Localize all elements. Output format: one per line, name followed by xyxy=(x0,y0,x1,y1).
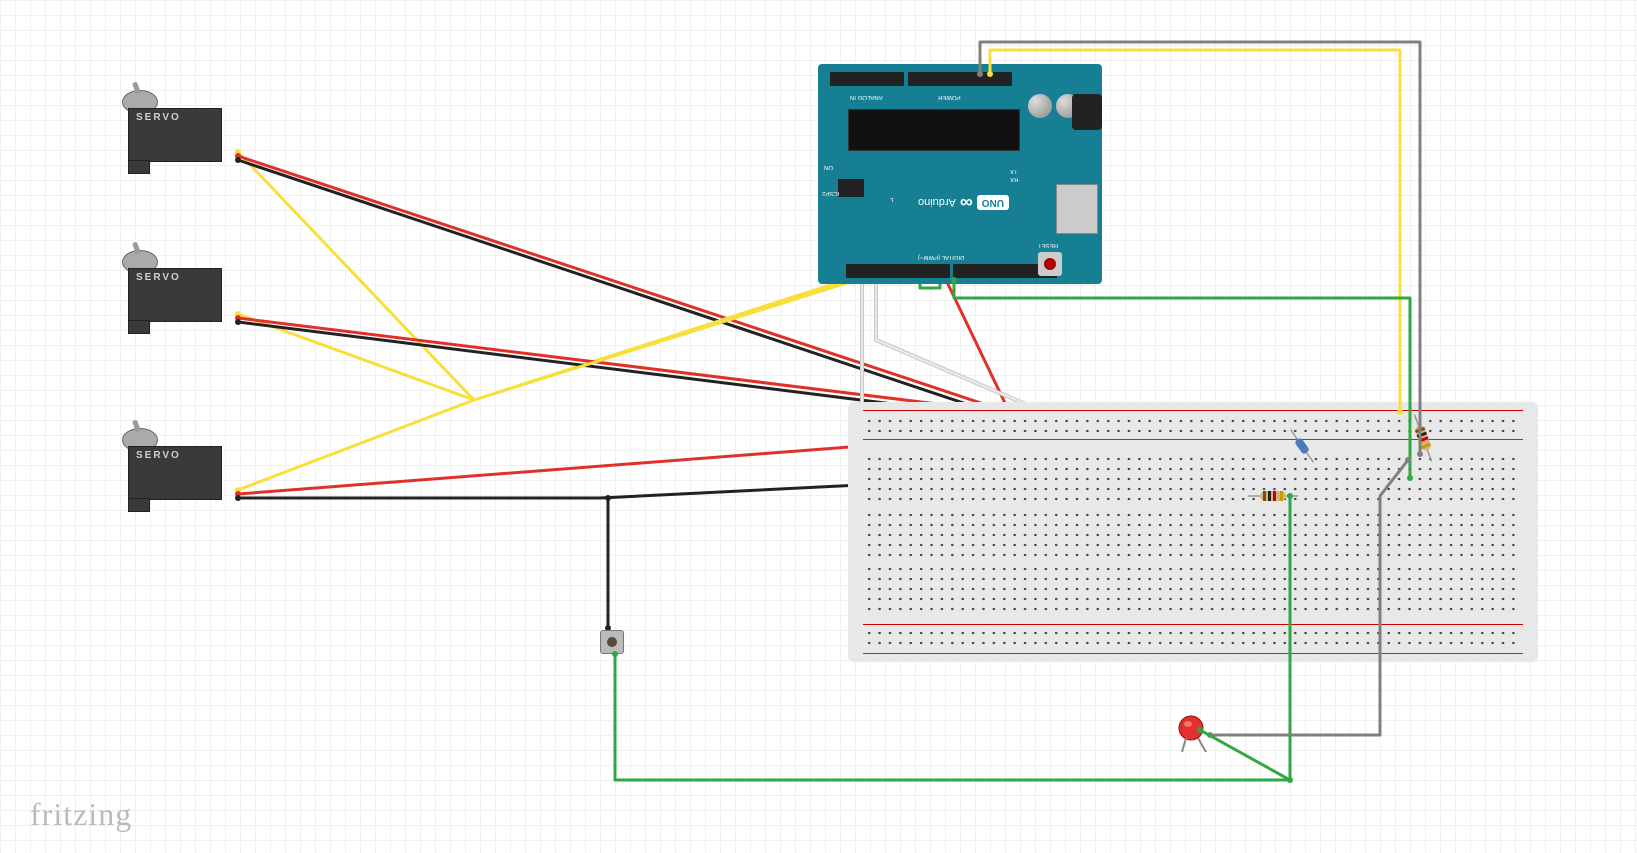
holes-rail-bottom[interactable] xyxy=(864,628,1520,648)
servo-3[interactable]: SERVO xyxy=(128,418,228,513)
header-analog[interactable] xyxy=(830,72,904,86)
servo-2[interactable]: SERVO xyxy=(128,240,228,335)
arduino-logo: UNO ∞ Arduino xyxy=(918,192,1009,213)
holes-terminal-bottom[interactable] xyxy=(864,564,1520,614)
icsp-header[interactable] xyxy=(838,179,864,197)
resistor-1[interactable] xyxy=(1248,486,1298,506)
servo-label: SERVO xyxy=(136,272,181,283)
servo-1[interactable]: SERVO xyxy=(128,80,228,175)
analog-in-label: ANALOG IN xyxy=(850,94,883,100)
on-label: ON xyxy=(824,164,833,170)
digital-label: DIGITAL (PWM~) xyxy=(918,254,965,260)
usb-port[interactable] xyxy=(1056,184,1098,234)
wire-servo3-sig[interactable] xyxy=(238,266,901,490)
header-digital-low[interactable] xyxy=(846,264,950,278)
power-jack[interactable] xyxy=(1072,94,1102,130)
l-label: L xyxy=(890,196,893,202)
servo-cap xyxy=(128,160,150,174)
header-power[interactable] xyxy=(908,72,1012,86)
servo-label: SERVO xyxy=(136,450,181,461)
servo-cap xyxy=(128,498,150,512)
arduino-uno[interactable]: UNO ∞ Arduino ANALOG IN POWER DIGITAL (P… xyxy=(818,64,1102,284)
tx-label: TX xyxy=(1010,168,1018,174)
reset-label: RESET xyxy=(1038,242,1058,248)
wire-servo1-sig[interactable] xyxy=(238,152,895,400)
power-label: POWER xyxy=(938,94,961,100)
holes-terminal-mid[interactable] xyxy=(864,510,1520,560)
icsp-label: ICSP2 xyxy=(822,190,839,196)
rx-label: RX xyxy=(1010,176,1018,182)
capacitor-1 xyxy=(1028,94,1052,118)
wire-servo2-sig[interactable] xyxy=(238,266,889,400)
pushbutton[interactable] xyxy=(600,630,624,654)
microcontroller-chip xyxy=(848,109,1020,151)
servo-cap xyxy=(128,320,150,334)
fritzing-watermark: fritzing xyxy=(30,796,132,833)
servo-label: SERVO xyxy=(136,112,181,123)
led-red[interactable] xyxy=(1176,710,1226,760)
reset-button[interactable] xyxy=(1038,252,1062,276)
fritzing-canvas[interactable]: fritzing SERVO SERVO SERVO xyxy=(0,0,1637,853)
